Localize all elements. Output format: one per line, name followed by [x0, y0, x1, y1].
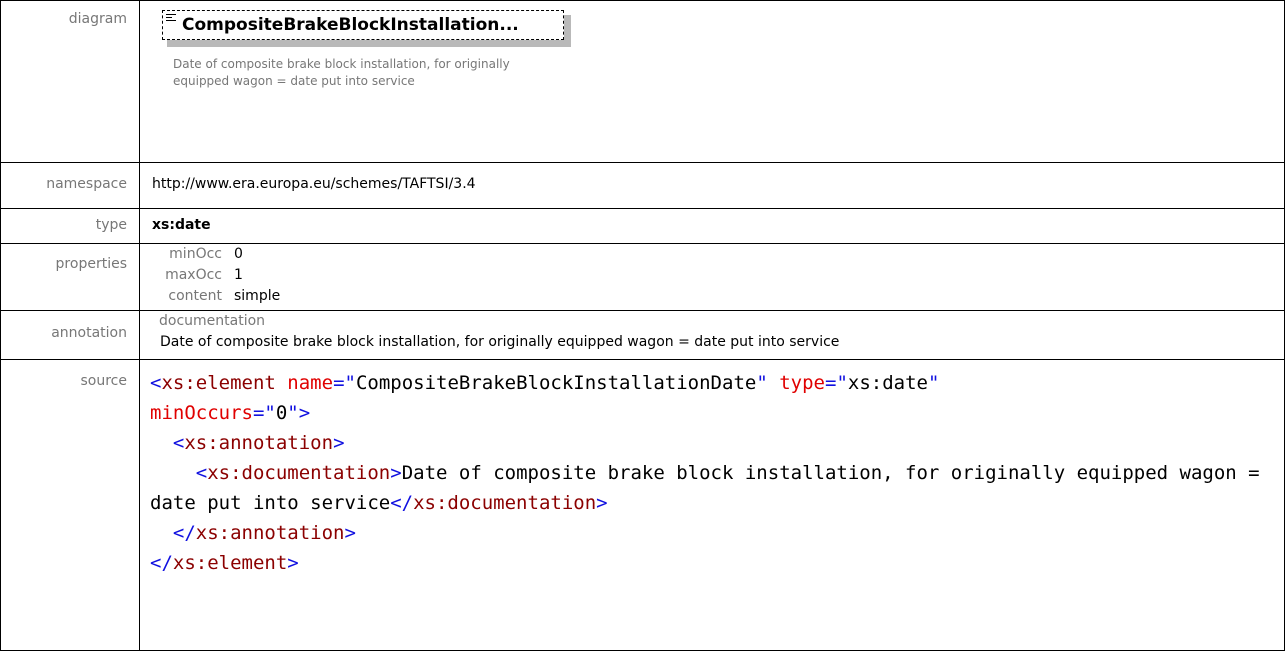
namespace-row: namespace http://www.era.europa.eu/schem…	[0, 162, 1285, 209]
type-row: type xs:date	[0, 208, 1285, 244]
namespace-label: namespace	[0, 162, 140, 209]
annotation-cell: documentation Date of composite brake bl…	[139, 310, 1285, 360]
property-content: content simple	[168, 288, 281, 304]
source-label: source	[0, 359, 140, 651]
source-row: source <xs:element name="CompositeBrakeB…	[0, 359, 1285, 651]
annotation-label: annotation	[0, 310, 140, 360]
properties-row: properties minOcc 0 maxOcc 1 content simple	[0, 243, 1285, 311]
diagram-element-name: CompositeBrakeBlockInstallation...	[182, 15, 519, 35]
documentation-icon	[166, 14, 176, 23]
diagram-row: diagram CompositeBrakeBlockInstallation.…	[0, 0, 1285, 163]
source-code: <xs:element name="CompositeBrakeBlockIns…	[150, 372, 1272, 574]
properties-cell: minOcc 0 maxOcc 1 content simple	[139, 243, 1285, 311]
diagram-cell: CompositeBrakeBlockInstallation... Date …	[139, 0, 1285, 163]
property-maxocc: maxOcc 1	[165, 267, 243, 283]
annotation-text: Date of composite brake block installati…	[160, 334, 840, 350]
source-cell: <xs:element name="CompositeBrakeBlockIns…	[139, 359, 1285, 651]
element-doc-table: diagram CompositeBrakeBlockInstallation.…	[0, 0, 1285, 651]
property-minocc: minOcc 0	[169, 246, 243, 262]
diagram-documentation: Date of composite brake block installati…	[173, 57, 510, 88]
diagram-label: diagram	[0, 0, 140, 163]
namespace-value: http://www.era.europa.eu/schemes/TAFTSI/…	[139, 162, 1285, 209]
properties-label: properties	[0, 243, 140, 311]
annotation-key: documentation	[159, 313, 266, 329]
diagram-frame: CompositeBrakeBlockInstallation...	[162, 10, 564, 40]
element-diagram-box[interactable]: CompositeBrakeBlockInstallation...	[162, 10, 571, 47]
annotation-row: annotation documentation Date of composi…	[0, 310, 1285, 360]
type-label: type	[0, 208, 140, 244]
type-value: xs:date	[139, 208, 1285, 244]
